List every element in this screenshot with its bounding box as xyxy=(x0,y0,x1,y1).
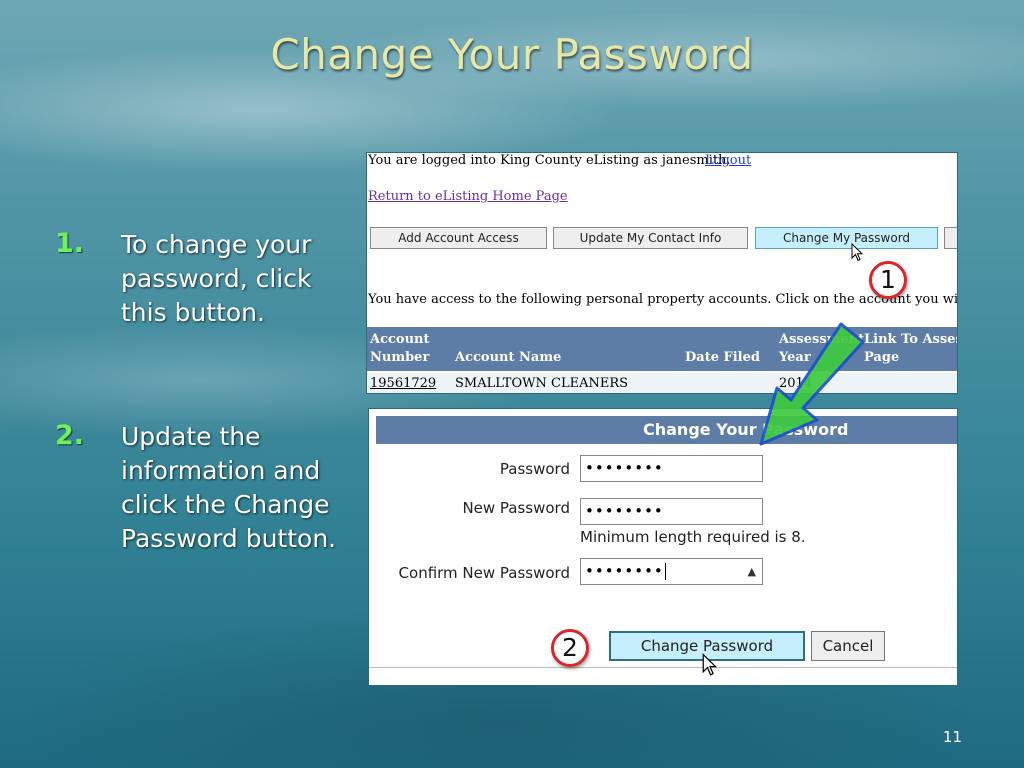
col-account-number-line1: Account xyxy=(370,332,430,347)
mouse-cursor-icon xyxy=(851,243,864,262)
logout-link[interactable]: Logout xyxy=(705,153,751,168)
cancel-button[interactable]: Cancel xyxy=(811,631,885,661)
change-my-password-button[interactable]: Change My Password xyxy=(755,227,938,249)
new-password-label: New Password xyxy=(462,499,570,517)
table-row[interactable]: 19561729 SMALLTOWN CLEANERS 2014 xyxy=(367,373,957,393)
form-header: Change Your Password xyxy=(376,416,957,444)
col-link-line2: Page xyxy=(864,350,900,365)
text-caret xyxy=(664,563,666,580)
step-2-number: 2. xyxy=(55,420,85,451)
return-home-link[interactable]: Return to eListing Home Page xyxy=(368,189,568,204)
change-password-form-screenshot: Change Your Password Password •••••••• N… xyxy=(368,408,958,686)
row-account-number[interactable]: 19561729 xyxy=(370,376,436,391)
confirm-password-value: •••••••• xyxy=(585,562,664,580)
add-account-access-button[interactable]: Add Account Access xyxy=(370,227,547,249)
confirm-password-label: Confirm New Password xyxy=(398,564,570,582)
more-button-partial[interactable] xyxy=(944,227,957,249)
reveal-password-icon[interactable]: ▲ xyxy=(748,559,757,584)
green-arrow-icon xyxy=(759,322,865,446)
step-2-text: Update the information and click the Cha… xyxy=(121,422,337,553)
step-1-text: To change your password, click this butt… xyxy=(121,230,312,327)
update-contact-info-button[interactable]: Update My Contact Info xyxy=(553,227,748,249)
col-date-filed: Date Filed xyxy=(685,350,760,365)
accounts-table-header: Account Number Account Name Date Filed A… xyxy=(367,327,957,371)
accounts-intro-text: You have access to the following persona… xyxy=(368,292,958,307)
col-account-number-line2: Number xyxy=(370,350,430,365)
col-account-name: Account Name xyxy=(455,350,562,365)
callout-one-badge: 1 xyxy=(869,261,907,299)
new-password-field[interactable]: •••••••• xyxy=(580,498,763,525)
confirm-password-field[interactable]: •••••••• ▲ xyxy=(580,558,763,585)
mouse-cursor-icon xyxy=(702,653,718,676)
step-1-number: 1. xyxy=(55,228,85,259)
row-account-name: SMALLTOWN CLEANERS xyxy=(455,376,629,391)
form-divider xyxy=(369,667,957,668)
password-label: Password xyxy=(499,460,570,478)
login-status-text: You are logged into King County eListing… xyxy=(368,153,731,168)
col-link-line1: Link To Asses xyxy=(864,332,958,347)
password-hint: Minimum length required is 8. xyxy=(580,528,806,546)
callout-two-badge: 2 xyxy=(551,629,589,667)
password-field[interactable]: •••••••• xyxy=(580,455,763,482)
page-number: 11 xyxy=(942,728,962,746)
slide-title: Change Your Password xyxy=(270,30,754,79)
